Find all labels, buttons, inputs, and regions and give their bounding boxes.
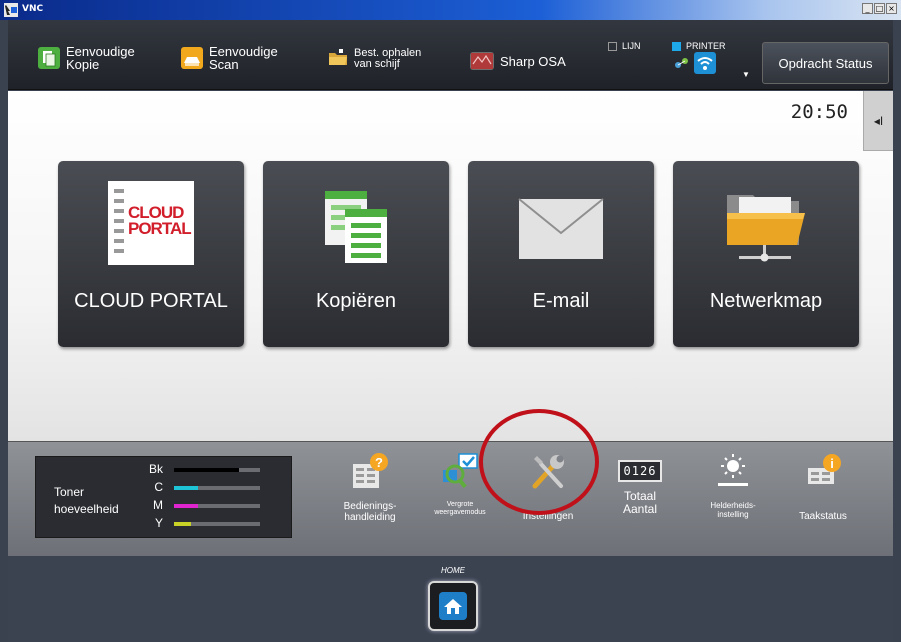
top-toolbar: Eenvoudige Kopie Eenvoudige Scan Best. o… — [8, 20, 893, 90]
toner-bar-y — [174, 522, 260, 526]
copy-icon — [38, 47, 60, 69]
home-main-area: 20:50 ◂I CLOUD PORTAL CLOUD PORTAL Kopië… — [8, 91, 893, 441]
toner-bar-m — [174, 504, 260, 508]
toner-key-m: M — [153, 498, 163, 512]
svg-text:?: ? — [375, 455, 383, 470]
toner-key-bk: Bk — [148, 462, 163, 476]
side-panel-toggle[interactable]: ◂I — [863, 91, 893, 151]
tray-operation-manual[interactable]: ? Bedienings- handleiding — [330, 452, 410, 523]
osa-icon — [470, 52, 494, 70]
highlight-circle — [479, 409, 599, 515]
window-titlebar: VNC _ □ × — [0, 0, 901, 20]
folder-icon — [328, 48, 348, 70]
tile-copy[interactable]: Kopiëren — [263, 161, 449, 347]
tray-label: Helderheids- instelling — [710, 501, 756, 519]
tray-brightness[interactable]: Helderheids- instelling — [693, 452, 773, 519]
close-button[interactable]: × — [886, 3, 897, 14]
minimize-button[interactable]: _ — [862, 3, 873, 14]
toolbar-label-line2: Scan — [209, 57, 239, 72]
tile-cloud-portal[interactable]: CLOUD PORTAL CLOUD PORTAL — [58, 161, 244, 347]
toolbar-label-line2: Kopie — [66, 57, 100, 72]
toner-title-line1: Toner — [54, 485, 85, 499]
home-icon — [439, 592, 467, 620]
maximize-button[interactable]: □ — [874, 3, 885, 14]
tile-network-folder[interactable]: Netwerkmap — [673, 161, 859, 347]
toner-level-panel: Toner hoeveelheid Bk C M Y — [35, 456, 292, 538]
copy-documents-icon — [325, 191, 387, 263]
toner-bar-c — [174, 486, 260, 490]
tray-job-status[interactable]: i Taakstatus — [783, 452, 863, 522]
clock: 20:50 — [790, 101, 848, 123]
magnifier-icon — [443, 453, 478, 489]
manual-icon: ? — [353, 453, 388, 488]
tile-label: Kopiëren — [315, 290, 397, 312]
home-label: HOME — [441, 566, 465, 575]
device-screen: Eenvoudige Kopie Eenvoudige Scan Best. o… — [8, 20, 893, 642]
tile-label: Netwerkmap — [709, 290, 823, 312]
home-area: HOME — [8, 556, 893, 642]
tray-label: Vergrote weergavemodus — [434, 501, 486, 516]
toner-key-y: Y — [154, 516, 163, 530]
status-indicators: LIJN PRINTER ▼ — [608, 40, 758, 86]
tile-label: E-mail — [532, 290, 590, 312]
tray-label: Taakstatus — [799, 511, 847, 522]
tray-total-count[interactable]: 0126 Totaal Aantal — [600, 452, 680, 516]
job-status-button[interactable]: Opdracht Status — [762, 42, 889, 84]
envelope-icon — [518, 198, 604, 259]
toolbar-sharp-osa[interactable]: Sharp OSA — [470, 52, 566, 70]
network-folder-icon — [727, 195, 805, 262]
status-dropdown-icon[interactable]: ▼ — [742, 70, 750, 79]
toolbar-label-line1: Sharp OSA — [500, 53, 566, 69]
toner-key-c: C — [154, 480, 163, 494]
home-button[interactable] — [428, 581, 478, 631]
tile-label: CLOUD PORTAL — [74, 290, 228, 312]
cloud-portal-icon: CLOUD PORTAL — [108, 181, 194, 265]
brightness-icon — [718, 454, 748, 486]
printer-indicator-icon — [672, 42, 681, 51]
cloud-portal-logo-line2: PORTAL — [128, 219, 192, 238]
toolbar-retrieve-from-disk[interactable]: Best. ophalen van schijf — [328, 48, 421, 70]
toolbar-easy-scan[interactable]: Eenvoudige Scan — [181, 45, 278, 71]
window-controls: _ □ × — [862, 3, 897, 14]
scan-icon — [181, 47, 203, 69]
vnc-logo-icon — [4, 3, 18, 17]
tray-label: Totaal Aantal — [622, 489, 658, 516]
tray-label: Bedienings- handleiding — [343, 501, 397, 523]
toner-title-line2: hoeveelheid — [54, 502, 119, 516]
tile-email[interactable]: E-mail — [468, 161, 654, 347]
toner-bar-bk — [174, 468, 260, 472]
counter-icon: 0126 — [618, 460, 662, 482]
vnc-window: VNC _ □ × Eenvoudige Kopie Eenvoudige Sc… — [0, 0, 901, 642]
network-icon — [675, 58, 688, 68]
job-status-icon: i — [808, 454, 841, 484]
line-label: LIJN — [622, 41, 641, 51]
window-title: VNC — [22, 4, 44, 14]
printer-label: PRINTER — [686, 41, 726, 51]
wifi-icon[interactable] — [694, 52, 716, 74]
svg-text:i: i — [830, 456, 834, 471]
toolbar-label-line2: van schijf — [354, 58, 400, 70]
toolbar-easy-copy[interactable]: Eenvoudige Kopie — [38, 45, 135, 71]
bottom-tray: Toner hoeveelheid Bk C M Y ? Bedienings-… — [8, 441, 893, 556]
line-indicator-icon — [608, 42, 617, 51]
